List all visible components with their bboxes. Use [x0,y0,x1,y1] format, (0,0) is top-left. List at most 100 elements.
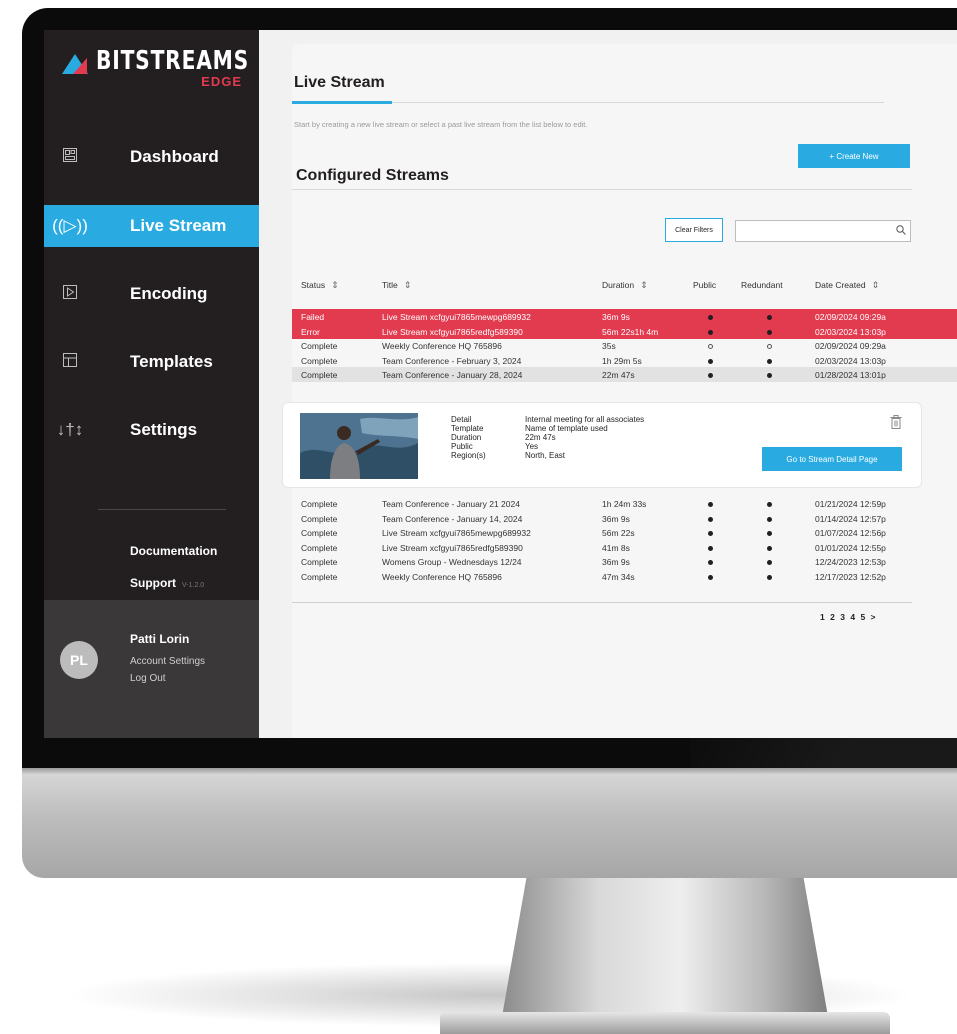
avatar[interactable]: PL [60,641,98,679]
detail-value: Yes [525,442,539,451]
table-row[interactable]: Failed Live Stream xcfgyui7865mewpg689932… [292,309,957,324]
duration-cell: 56m 22s [602,528,635,539]
public-indicator [708,514,713,524]
support-label: Support [130,576,176,590]
hollow-dot-icon [708,344,713,350]
search-input[interactable] [742,222,892,240]
public-indicator [708,572,713,582]
version-label: V-1.2.0 [182,582,205,589]
filled-dot-icon [708,358,713,364]
column-header-date-created[interactable]: Date Created ⇕ [815,280,879,291]
intro-text: Start by creating a new live stream or s… [294,120,588,129]
table-row[interactable]: Complete Live Stream xcfgyui7865mewpg6899… [292,525,957,540]
account-settings-link[interactable]: Account Settings [130,656,205,667]
redundant-indicator [767,499,772,509]
sidebar-divider [98,509,226,510]
detail-key: Duration [451,433,482,442]
table-row[interactable]: Error Live Stream xcfgyui7865redfg589390 5… [292,323,957,339]
create-new-button[interactable]: + Create New [798,144,910,168]
monitor-base [440,1012,890,1034]
logo-sub: EDGE [201,74,242,89]
go-to-stream-detail-button[interactable]: Go to Stream Detail Page [762,447,902,471]
table-divider [292,602,912,603]
user-panel: PL Patti Lorin Account Settings Log Out [44,600,259,738]
search-icon[interactable] [892,224,910,238]
status-cell: Complete [301,572,338,582]
title-cell: Live Stream xcfgyui7865mewpg689932 [382,528,531,539]
sort-icon[interactable]: ⇕ [872,280,880,290]
page-link-3[interactable]: 3 [840,612,845,622]
trash-icon[interactable] [890,415,902,429]
public-indicator [708,312,713,322]
logo-name: BITSTREAMS [96,46,250,76]
stream-thumbnail[interactable] [300,413,418,479]
page-link-2[interactable]: 2 [830,612,835,622]
redundant-indicator [767,543,772,553]
column-header-public: Public [693,280,717,290]
filled-dot-icon [767,358,772,364]
public-indicator [708,370,713,380]
status-cell: Error [301,326,320,337]
duration-cell: 56m 22s1h 4m [602,326,659,337]
detail-value: Internal meeting for all associates [525,415,645,424]
status-cell: Complete [301,499,338,509]
page-link-5[interactable]: 5 [860,612,865,622]
sidebar-item-settings[interactable]: ↓†↕ Settings [44,409,259,451]
stream-detail-panel: Detail Internal meeting for all associat… [282,402,922,488]
status-cell: Complete [301,370,338,381]
sidebar-item-encoding[interactable]: Encoding [44,273,259,315]
title-cell: Team Conference - January 21 2024 [382,499,520,509]
column-header-label: Date Created [815,280,866,290]
sort-icon[interactable]: ⇕ [331,280,339,290]
page-link-4[interactable]: 4 [850,612,855,622]
column-header-status[interactable]: Status ⇕ [301,280,339,291]
table-row[interactable]: Complete Team Conference - January 28, 20… [292,367,957,383]
screen-glare [690,700,957,770]
filled-dot-icon [708,575,713,580]
clear-filters-button[interactable]: Clear Filters [665,218,723,242]
sidebar-item-label: Dashboard [130,147,219,166]
table-row[interactable]: Complete Live Stream xcfgyui7865redfg5893… [292,540,957,555]
next-page-button[interactable]: > [871,612,876,622]
date-cell: 12/17/2023 12:52p [815,572,886,582]
filled-dot-icon [708,502,713,507]
sort-icon[interactable]: ⇕ [640,280,648,290]
table-row[interactable]: Complete Team Conference - January 21 202… [292,496,957,511]
table-row[interactable]: Complete Weekly Conference HQ 765896 35s 02… [292,338,957,353]
filled-dot-icon [767,575,772,580]
play-icon [44,284,96,304]
sidebar-item-dashboard[interactable]: Dashboard [44,136,259,178]
table-row[interactable]: Complete Team Conference - February 3, 20… [292,353,957,368]
logout-link[interactable]: Log Out [130,673,166,684]
support-link[interactable]: Support V-1.2.0 [130,576,204,590]
date-cell: 02/09/2024 09:29a [815,312,886,322]
column-header-duration[interactable]: Duration ⇕ [602,280,648,291]
duration-cell: 22m 47s [602,370,635,381]
table-row[interactable]: Complete Weekly Conference HQ 765896 47m 3… [292,569,957,584]
duration-cell: 1h 24m 33s [602,499,647,509]
table-row[interactable]: Complete Team Conference - January 14, 20… [292,511,957,526]
detail-key: Region(s) [451,451,486,460]
public-indicator [708,499,713,509]
column-header-title[interactable]: Title ⇕ [382,280,411,291]
search-box [735,220,911,242]
page-link-1[interactable]: 1 [820,612,825,622]
duration-cell: 36m 9s [602,312,630,322]
duration-cell: 36m 9s [602,557,630,568]
date-cell: 01/01/2024 12:55p [815,542,886,553]
duration-cell: 35s [602,341,616,352]
sliders-icon: ↓†↕ [56,420,84,439]
title-cell: Team Conference - January 28, 2024 [382,370,523,381]
redundant-indicator [767,327,772,337]
table-row[interactable]: Complete Womens Group - Wednesdays 12/24 3… [292,554,957,569]
documentation-link[interactable]: Documentation [130,544,217,558]
sidebar-item-live-stream[interactable]: ((▷)) Live Stream [44,205,259,247]
sidebar-item-templates[interactable]: Templates [44,341,259,383]
detail-value: 22m 47s [525,433,556,442]
logo-mark-icon [62,54,88,74]
column-header-redundant: Redundant [741,280,783,290]
sort-icon[interactable]: ⇕ [404,280,412,290]
status-cell: Complete [301,513,338,524]
pagination: 1 2 3 4 5 > [817,612,876,622]
title-cell: Live Stream xcfgyui7865redfg589390 [382,542,523,553]
